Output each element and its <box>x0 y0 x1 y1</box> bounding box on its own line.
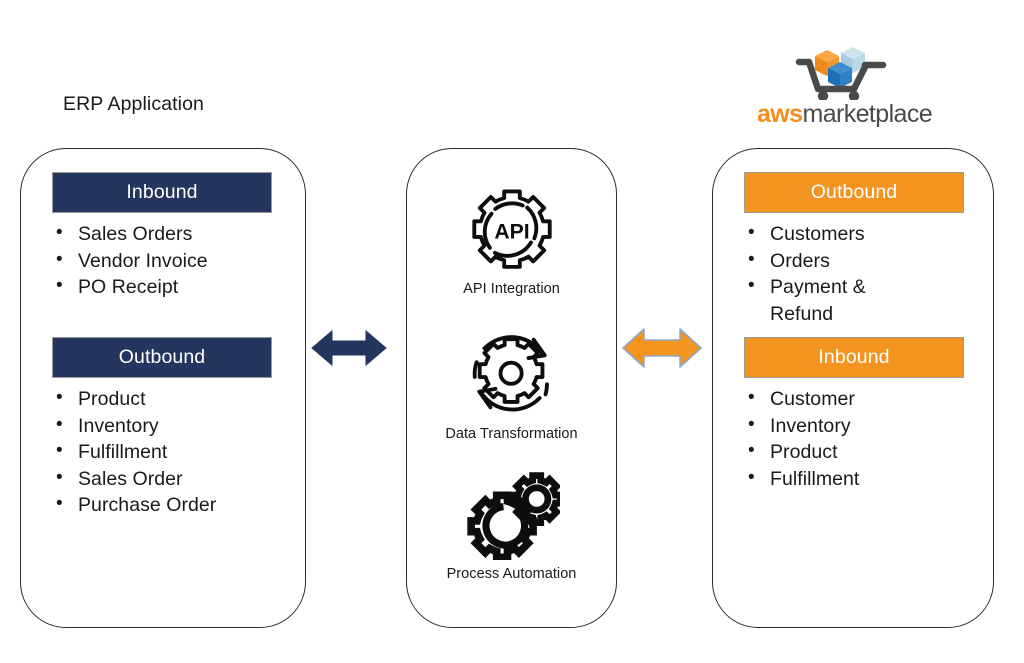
list-item: Orders <box>742 247 932 275</box>
list-item: Purchase Order <box>50 491 290 519</box>
erp-inbound-list: Sales Orders Vendor Invoice PO Receipt <box>50 220 290 301</box>
erp-outbound-header: Outbound <box>52 337 272 378</box>
aws-wordmark-marketplace: marketplace <box>802 100 933 128</box>
aws-marketplace-wordmark: awsmarketplace <box>757 100 933 128</box>
aws-marketplace-cart-icon <box>757 40 927 102</box>
list-item: Sales Orders <box>50 220 290 248</box>
erp-to-middle-arrow <box>310 325 388 371</box>
aws-wordmark-aws: aws <box>757 100 803 128</box>
erp-inbound-header: Inbound <box>52 172 272 213</box>
capability-label: Data Transformation <box>445 426 578 442</box>
capability-api-integration: API API Integration <box>406 185 617 297</box>
list-item: PO Receipt <box>50 273 290 301</box>
list-item: Customer <box>742 385 942 413</box>
api-gear-icon: API <box>406 185 617 277</box>
middle-to-aws-arrow <box>620 322 704 374</box>
aws-marketplace-logo: awsmarketplace <box>757 40 933 135</box>
list-item: Product <box>742 438 942 466</box>
list-item: Fulfillment <box>742 465 942 493</box>
capability-process-automation: Process Automation <box>406 470 617 582</box>
aws-outbound-list: Customers Orders Payment & Refund <box>742 220 932 327</box>
api-icon-text: API <box>494 220 529 243</box>
list-item: Inventory <box>50 412 290 440</box>
list-item: Payment & Refund <box>742 273 932 327</box>
capability-data-transformation: Data Transformation <box>406 330 617 442</box>
process-automation-icon <box>406 470 617 562</box>
aws-inbound-header: Inbound <box>744 337 964 378</box>
erp-application-title: ERP Application <box>63 93 204 115</box>
list-item: Customers <box>742 220 932 248</box>
data-transformation-icon <box>406 330 617 422</box>
aws-outbound-header: Outbound <box>744 172 964 213</box>
aws-inbound-list: Customer Inventory Product Fulfillment <box>742 385 942 493</box>
capability-label: Process Automation <box>446 566 577 582</box>
list-item: Product <box>50 385 290 413</box>
list-item: Vendor Invoice <box>50 247 290 275</box>
capability-label: API Integration <box>463 281 560 297</box>
erp-outbound-list: Product Inventory Fulfillment Sales Orde… <box>50 385 290 519</box>
list-item: Sales Order <box>50 465 290 493</box>
list-item: Fulfillment <box>50 438 290 466</box>
list-item: Inventory <box>742 412 942 440</box>
